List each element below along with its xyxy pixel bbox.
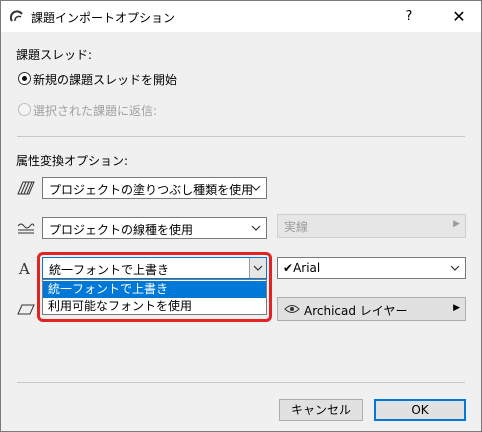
- fill-type-select[interactable]: プロジェクトの塗りつぶし種類を使用: [42, 177, 267, 199]
- checkmark-icon: ✔: [283, 261, 294, 275]
- close-button[interactable]: ✕: [447, 7, 471, 27]
- layer-choice-button[interactable]: Archicad レイヤー ▶: [277, 297, 466, 321]
- radio-new-thread-indicator[interactable]: [18, 72, 31, 85]
- line-type-choice-button[interactable]: 実線 ▶: [277, 214, 466, 238]
- radio-reply-selected-label: 選択された課題に返信:: [33, 104, 158, 118]
- triangle-right-icon: ▶: [453, 303, 460, 313]
- annotation-highlight: [37, 252, 272, 322]
- separator: [17, 382, 465, 383]
- separator: [17, 136, 465, 137]
- ok-button[interactable]: OK: [374, 399, 466, 421]
- radio-reply-selected-indicator[interactable]: [18, 103, 31, 116]
- layer-choice-value: Archicad レイヤー: [304, 304, 408, 318]
- thread-section-label: 課題スレッド:: [16, 48, 93, 62]
- layer-icon: [17, 304, 35, 315]
- title-bar: 課題インポートオプション ? ✕: [1, 1, 481, 32]
- font-family-value: Arial: [293, 261, 321, 275]
- cancel-button[interactable]: キャンセル: [279, 399, 363, 421]
- window-title: 課題インポートオプション: [31, 11, 176, 25]
- radio-new-thread[interactable]: 新規の課題スレッドを開始: [18, 70, 278, 88]
- line-type-select[interactable]: プロジェクトの線種を使用: [42, 217, 267, 239]
- eye-icon: [284, 305, 300, 313]
- font-family-select[interactable]: ✔Arial: [277, 257, 466, 279]
- line-type-icon: [17, 223, 35, 234]
- fill-pattern-icon: [17, 181, 35, 195]
- chevron-down-icon: [450, 265, 460, 271]
- radio-reply-selected[interactable]: 選択された課題に返信:: [18, 101, 278, 119]
- archicad-app-icon: [10, 10, 23, 22]
- fill-type-value: プロジェクトの塗りつぶし種類を使用: [49, 183, 254, 197]
- font-icon: A: [19, 260, 30, 278]
- dialog-window: 課題インポートオプション ? ✕ 課題スレッド: 新規の課題スレッドを開始 選択…: [0, 0, 482, 432]
- line-type-value: プロジェクトの線種を使用: [49, 223, 194, 237]
- triangle-right-icon: ▶: [453, 219, 460, 229]
- attribute-section-label: 属性変換オプション:: [16, 154, 129, 168]
- line-type-choice-value: 実線: [284, 220, 309, 234]
- chevron-down-icon: [251, 185, 261, 191]
- help-button[interactable]: ?: [397, 7, 421, 27]
- radio-new-thread-label: 新規の課題スレッドを開始: [33, 73, 178, 87]
- chevron-down-icon: [251, 225, 261, 231]
